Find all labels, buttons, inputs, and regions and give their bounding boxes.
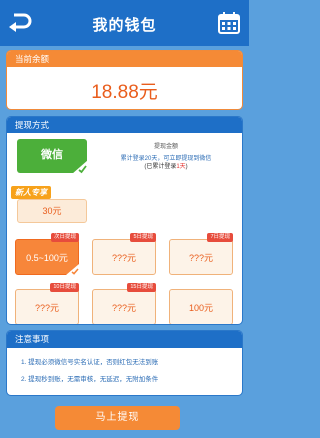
- option-amount: ???元: [111, 253, 137, 263]
- info-title: 提现金额: [153, 144, 178, 150]
- amount-option[interactable]: 0.5~100元 次日提现: [15, 233, 79, 275]
- notes-label: 注意事项: [7, 331, 242, 348]
- option-amount: ???元: [111, 303, 137, 313]
- login-days: 1天: [176, 164, 186, 171]
- app-header: 我的钱包: [0, 0, 249, 46]
- balance-label: 当前余额: [7, 51, 242, 67]
- notes-panel: 注意事项 1. 提现必须微信号实名认证，否则红包无法到账 2. 提现秒到账，无需…: [6, 330, 243, 396]
- info-line2: (已累计登录1天): [144, 164, 188, 171]
- option-tag: 7日提现: [207, 233, 233, 242]
- balance-panel: 当前余额 18.88元: [6, 50, 243, 110]
- option-tag: 5日提现: [130, 233, 156, 242]
- check-icon: [66, 264, 79, 275]
- note-item: 2. 提现秒到账，无需审核，无延迟，无附加条件: [21, 376, 159, 383]
- note-item: 1. 提现必须微信号实名认证，否则红包无法到账: [21, 359, 159, 366]
- amount-option[interactable]: 100元: [169, 289, 233, 324]
- balance-amount: 18.88元: [91, 82, 158, 103]
- option-tag: 次日提现: [50, 233, 79, 242]
- calendar-icon[interactable]: [217, 11, 241, 35]
- withdraw-label: 提现方式: [7, 117, 242, 133]
- amount-option[interactable]: ???元 10日提现: [15, 283, 79, 324]
- page-title: 我的钱包: [92, 17, 157, 34]
- withdraw-panel: 提现方式 微信 新人专享 30元 提现金额 累计登录20天，可立即提现到微信 (…: [6, 116, 243, 325]
- amount-option[interactable]: ???元 5日提现: [92, 233, 156, 275]
- wechat-method-button[interactable]: 微信: [17, 139, 88, 174]
- amount-option[interactable]: ???元 15日提现: [92, 283, 156, 324]
- wechat-method-label: 微信: [41, 149, 63, 161]
- new-user-option[interactable]: 30元: [17, 199, 87, 223]
- info-line1: 累计登录20天，可立即提现到微信: [120, 155, 212, 162]
- option-amount: 100元: [188, 303, 214, 313]
- option-amount: ???元: [188, 253, 214, 263]
- new-user-badge: 新人专享: [11, 186, 51, 199]
- check-icon: [72, 160, 88, 174]
- option-tag: 10日提现: [50, 283, 79, 292]
- option-amount: 0.5~100元: [26, 253, 68, 263]
- option-amount: ???元: [34, 303, 60, 313]
- withdraw-info: 提现金额 累计登录20天，可立即提现到微信 (已累计登录1天): [95, 143, 237, 172]
- withdraw-now-button[interactable]: 马上提现: [55, 406, 180, 430]
- amount-option[interactable]: ???元 7日提现: [169, 233, 233, 275]
- option-tag: 15日提现: [127, 283, 156, 292]
